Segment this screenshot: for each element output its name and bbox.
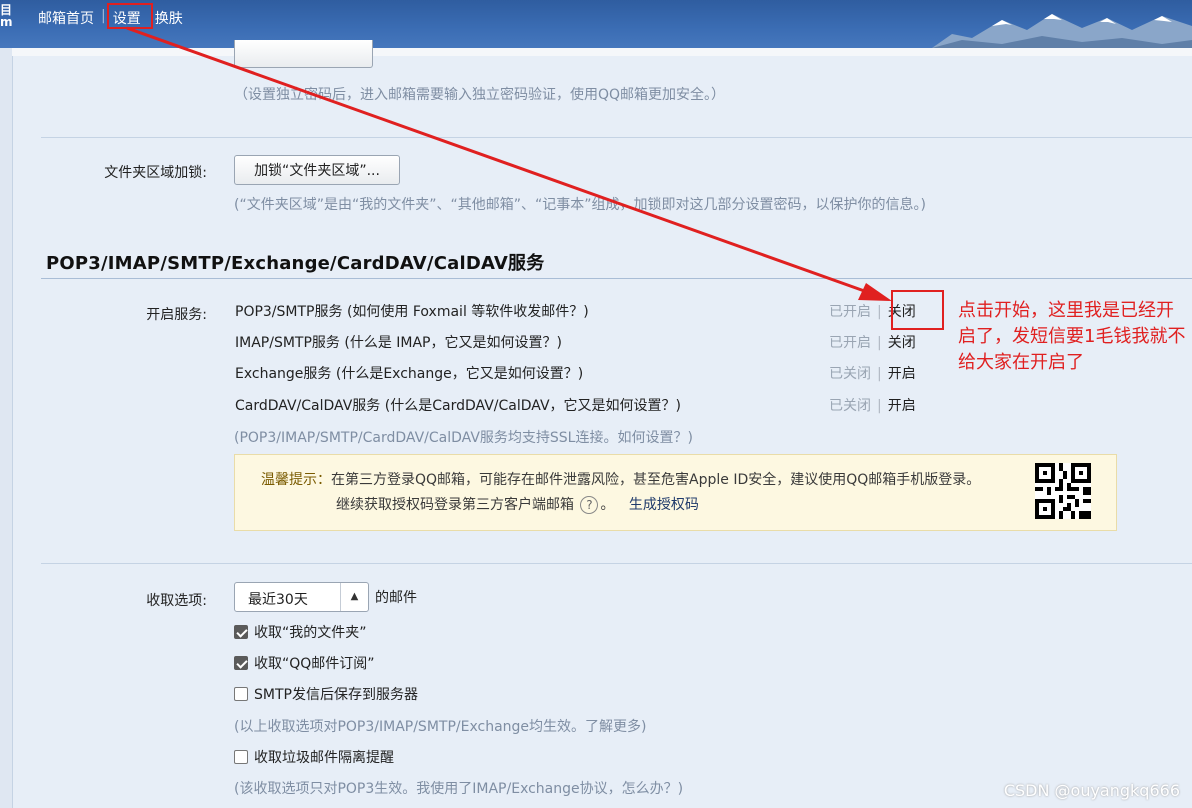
service-carddav-caldav: CardDAV/CalDAV服务 (什么是CardDAV/CalDAV，它又是如…: [235, 395, 681, 415]
auth-code-period: 。: [600, 497, 615, 513]
service-state-carddav: 已关闭 | 开启: [829, 398, 916, 414]
mountain-banner-image: [932, 14, 1192, 48]
service-name: POP3/SMTP服务: [235, 304, 343, 320]
service-state-imap: 已开启 | 关闭: [829, 335, 916, 351]
option-spam-alert[interactable]: 收取垃圾邮件隔离提醒: [234, 747, 394, 767]
service-status: 已关闭: [829, 366, 871, 382]
checkbox-checked[interactable]: [234, 625, 248, 639]
option-label: 收取“我的文件夹”: [254, 625, 367, 641]
service-status: 已关闭: [829, 398, 871, 414]
checkbox-checked[interactable]: [234, 656, 248, 670]
indep-password-hint: （设置独立密码后，进入邮箱需要输入独立密码验证，使用QQ邮箱更加安全。）: [234, 87, 726, 103]
receive-range-select[interactable]: 最近30天 ▲: [234, 582, 369, 612]
warning-line-1: 温馨提示：在第三方登录QQ邮箱，可能存在邮件泄露风险，甚至危害Apple ID安…: [261, 469, 980, 489]
generate-auth-code-link[interactable]: 生成授权码: [629, 497, 699, 513]
spam-hint: (该收取选项只对POP3生效。我使用了IMAP/Exchange协议，怎么办？): [234, 781, 684, 797]
service-toggle-link[interactable]: 开启: [888, 366, 916, 382]
receive-range-suffix: 的邮件: [375, 590, 417, 606]
watermark: CSDN @ouyangkq666: [1003, 781, 1180, 800]
help-question-icon[interactable]: ?: [580, 496, 599, 514]
service-name: IMAP/SMTP服务: [235, 335, 340, 351]
settings-highlight-box: [107, 3, 153, 29]
annotation-text: 点击开始，这里我是已经开启了，发短信要1毛钱我就不给大家在开启了: [958, 300, 1186, 373]
option-label: SMTP发信后保存到服务器: [254, 687, 418, 703]
option-label: 收取“QQ邮件订阅”: [254, 656, 375, 672]
warning-box: 温馨提示：在第三方登录QQ邮箱，可能存在邮件泄露风险，甚至危害Apple ID安…: [234, 454, 1117, 531]
service-help-link[interactable]: (什么是CardDAV/CalDAV，它又是如何设置？): [385, 398, 681, 414]
logo-fragment: 目m: [0, 3, 13, 29]
set-password-button[interactable]: [234, 40, 373, 68]
section-divider: [41, 278, 1192, 279]
option-my-folders[interactable]: 收取“我的文件夹”: [234, 622, 367, 642]
service-status: 已开启: [829, 304, 871, 320]
service-help-link[interactable]: (如何使用 Foxmail 等软件收发邮件？): [347, 304, 589, 320]
service-state-exchange: 已关闭 | 开启: [829, 366, 916, 382]
folder-lock-hint: (“文件夹区域”是由“我的文件夹”、“其他邮箱”、“记事本”组成，加锁即对这几部…: [234, 197, 926, 213]
close-action-highlight-box: [891, 290, 944, 330]
receive-options-hint: (以上收取选项对POP3/IMAP/SMTP/Exchange均生效。了解更多): [234, 719, 647, 735]
receive-options-label: 收取选项:: [146, 593, 207, 609]
service-imap-smtp: IMAP/SMTP服务 (什么是 IMAP，它又是如何设置？): [235, 332, 562, 352]
select-arrows-icon: ▲: [340, 583, 368, 611]
ssl-hint: (POP3/IMAP/SMTP/CardDAV/CalDAV服务均支持SSL连接…: [234, 430, 693, 446]
option-label: 收取垃圾邮件隔离提醒: [254, 750, 394, 766]
option-qq-subscriptions[interactable]: 收取“QQ邮件订阅”: [234, 653, 375, 673]
warning-line-2: 继续获取授权码登录第三方客户端邮箱 ?。 生成授权码: [336, 494, 699, 514]
service-exchange: Exchange服务 (什么是Exchange，它又是如何设置？): [235, 363, 583, 383]
folder-lock-button[interactable]: 加锁“文件夹区域”...: [234, 155, 400, 185]
folder-lock-label: 文件夹区域加锁:: [104, 165, 207, 181]
service-help-link[interactable]: (什么是Exchange，它又是如何设置？): [336, 366, 583, 382]
nav-skin[interactable]: 换肤: [151, 6, 187, 30]
qr-code-icon: [1035, 463, 1091, 519]
section-divider: [41, 563, 1192, 564]
option-smtp-save[interactable]: SMTP发信后保存到服务器: [234, 684, 418, 704]
service-pop3-smtp: POP3/SMTP服务 (如何使用 Foxmail 等软件收发邮件？): [235, 301, 589, 321]
section-title-protocols: POP3/IMAP/SMTP/Exchange/CardDAV/CalDAV服务: [46, 253, 545, 274]
enable-service-label: 开启服务:: [146, 307, 207, 323]
service-name: Exchange服务: [235, 366, 332, 382]
nav-mail-home[interactable]: 邮箱首页: [34, 6, 98, 30]
warning-prefix: 温馨提示：: [261, 472, 331, 488]
top-header: 目m 邮箱首页 | 设置 换肤: [0, 0, 1192, 48]
service-name: CardDAV/CalDAV服务: [235, 398, 381, 414]
service-help-link[interactable]: (什么是 IMAP，它又是如何设置？): [344, 335, 562, 351]
service-status: 已开启: [829, 335, 871, 351]
warning-text: 在第三方登录QQ邮箱，可能存在邮件泄露风险，甚至危害Apple ID安全，建议使…: [331, 472, 981, 488]
left-gutter: [0, 48, 12, 808]
auth-code-text: 继续获取授权码登录第三方客户端邮箱: [336, 497, 574, 513]
service-toggle-link[interactable]: 开启: [888, 398, 916, 414]
receive-range-value: 最近30天: [248, 592, 308, 608]
section-divider: [41, 137, 1192, 138]
checkbox-unchecked[interactable]: [234, 687, 248, 701]
service-toggle-link[interactable]: 关闭: [888, 335, 916, 351]
checkbox-unchecked[interactable]: [234, 750, 248, 764]
